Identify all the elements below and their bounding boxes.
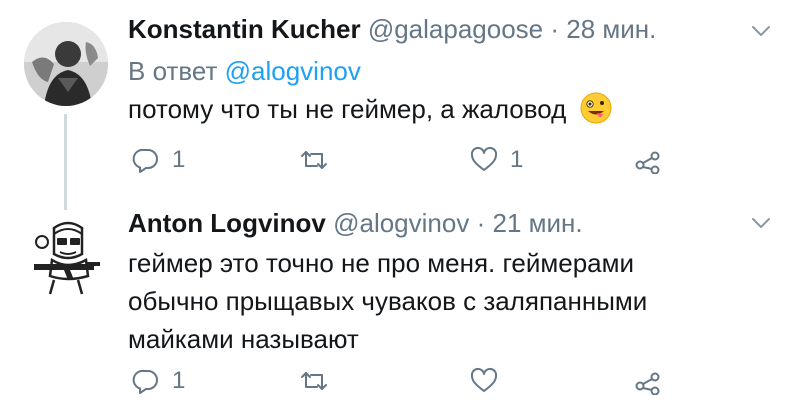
tweet-actions: 1 bbox=[128, 364, 688, 398]
separator-dot: · bbox=[476, 208, 486, 238]
reply-context: В ответ @alogvinov bbox=[128, 54, 361, 88]
reply-button[interactable]: 1 bbox=[132, 364, 185, 398]
author-name[interactable]: Anton Logvinov bbox=[128, 208, 326, 238]
heart-icon bbox=[470, 367, 498, 392]
heart-icon bbox=[470, 146, 498, 171]
tweet[interactable]: Konstantin Kucher @galapagoose · 28 мин.… bbox=[0, 0, 800, 200]
tweet-actions: 1 1 bbox=[128, 143, 688, 177]
reply-count: 1 bbox=[172, 367, 186, 394]
thread-line bbox=[64, 114, 67, 200]
reply-count: 1 bbox=[172, 146, 186, 173]
avatar-photo bbox=[24, 22, 108, 106]
reply-icon bbox=[132, 369, 158, 394]
tweet[interactable]: Anton Logvinov @alogvinov · 21 мин. гейм… bbox=[0, 200, 800, 400]
avatar-illustration bbox=[24, 214, 108, 298]
retweet-button[interactable] bbox=[300, 364, 340, 398]
reply-mention-link[interactable]: @alogvinov bbox=[225, 56, 361, 86]
share-icon bbox=[635, 151, 660, 174]
like-button[interactable]: 1 bbox=[470, 143, 523, 177]
like-button[interactable] bbox=[470, 364, 510, 398]
like-count: 1 bbox=[510, 146, 524, 173]
separator-dot: · bbox=[550, 14, 560, 44]
tweet-text-content: геймер это точно не про меня. геймерами … bbox=[128, 248, 648, 354]
tweet-header: Konstantin Kucher @galapagoose · 28 мин. bbox=[128, 12, 656, 46]
share-button[interactable] bbox=[634, 143, 662, 177]
avatar[interactable] bbox=[24, 214, 108, 298]
chevron-down-icon[interactable] bbox=[750, 212, 772, 234]
reply-icon bbox=[132, 148, 158, 173]
tweet-text-content: потому что ты не геймер, а жаловод bbox=[128, 94, 567, 124]
timestamp[interactable]: 21 мин. bbox=[492, 208, 582, 238]
tweet-text: геймер это точно не про меня. геймерами … bbox=[128, 244, 728, 358]
share-icon bbox=[635, 372, 660, 395]
timestamp[interactable]: 28 мин. bbox=[566, 14, 656, 44]
reply-prefix: В ответ bbox=[128, 56, 218, 86]
tweet-header: Anton Logvinov @alogvinov · 21 мин. bbox=[128, 206, 583, 240]
author-name[interactable]: Konstantin Kucher bbox=[128, 14, 361, 44]
author-handle[interactable]: @galapagoose bbox=[368, 14, 543, 44]
zany-face-emoji-icon bbox=[580, 92, 612, 124]
tweet-text: потому что ты не геймер, а жаловод bbox=[128, 90, 768, 128]
retweet-icon bbox=[301, 151, 327, 169]
avatar[interactable] bbox=[24, 22, 108, 106]
share-button[interactable] bbox=[634, 364, 662, 398]
author-handle[interactable]: @alogvinov bbox=[333, 208, 469, 238]
chevron-down-icon[interactable] bbox=[750, 20, 772, 42]
retweet-button[interactable] bbox=[300, 143, 340, 177]
thread-line bbox=[64, 200, 67, 210]
reply-button[interactable]: 1 bbox=[132, 143, 185, 177]
retweet-icon bbox=[301, 372, 327, 390]
